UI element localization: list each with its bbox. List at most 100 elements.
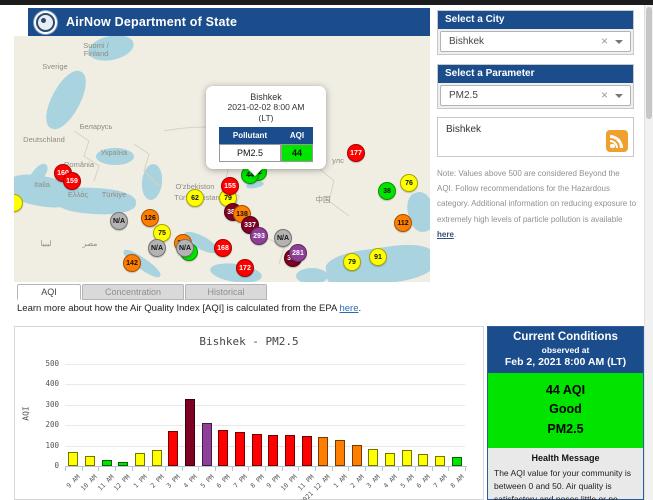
chart-bar xyxy=(252,434,262,466)
scrollbar-thumb[interactable] xyxy=(646,7,652,119)
chevron-down-icon[interactable] xyxy=(615,40,623,48)
chart-x-tick-label: 4 PM xyxy=(182,473,199,490)
aqi-marker[interactable]: 112 xyxy=(394,214,412,232)
aqi-marker[interactable]: N/A xyxy=(274,229,292,247)
city-select[interactable]: Bishkek × xyxy=(440,31,631,52)
current-aqi-parameter: PM2.5 xyxy=(488,420,643,439)
current-conditions-header: Current Conditions observed at Feb 2, 20… xyxy=(488,327,643,373)
aqi-marker[interactable]: 159 xyxy=(63,172,81,190)
health-message-title: Health Message xyxy=(494,453,637,463)
chart-y-tick-label: 0 xyxy=(33,461,59,470)
chevron-down-icon[interactable] xyxy=(615,94,623,102)
chart-x-tick-label: 6 PM xyxy=(215,473,232,490)
chart-x-tick-mark xyxy=(465,467,466,471)
aqi-marker[interactable]: 91 xyxy=(369,248,387,266)
aqi-marker[interactable]: 62 xyxy=(186,189,204,207)
aqi-chart-panel: Bishkek - PM2.5 AQI 01002003004005009 AM… xyxy=(14,326,484,500)
world-aqi-map[interactable]: Suomi /FinlandSverigeБеларусьDeutschland… xyxy=(14,36,430,282)
aqi-marker[interactable]: 281 xyxy=(289,244,307,262)
chart-y-axis-label: AQI xyxy=(22,406,31,420)
aqi-marker[interactable]: 126 xyxy=(141,209,159,227)
aqi-marker[interactable]: 168 xyxy=(214,239,232,257)
chart-x-tick-label: 1 PM xyxy=(132,473,149,490)
popup-aqi-value: 44 xyxy=(281,144,313,162)
aqi-marker[interactable]: 177 xyxy=(347,144,365,162)
chart-bar xyxy=(402,450,412,466)
chart-x-tick-mark xyxy=(248,467,249,471)
aqi-marker[interactable]: 142 xyxy=(123,254,141,272)
chart-x-tick-label: 2 AM xyxy=(349,473,366,490)
aqi-marker[interactable] xyxy=(14,194,23,212)
clear-icon[interactable]: × xyxy=(601,32,608,50)
parameter-select-value: PM2.5 xyxy=(449,86,478,105)
aqi-marker[interactable]: 38 xyxy=(378,182,396,200)
chart-bar xyxy=(235,432,245,466)
epa-text-suffix: . xyxy=(358,303,361,314)
chart-x-axis xyxy=(65,466,467,467)
chart-x-tick-label: 5 PM xyxy=(199,473,216,490)
aqi-marker[interactable]: 79 xyxy=(343,253,361,271)
chart-bar xyxy=(85,456,95,466)
epa-here-link[interactable]: here xyxy=(339,303,358,314)
feed-city-label: Bishkek xyxy=(446,124,481,135)
chart-gridline xyxy=(65,446,465,447)
chart-x-tick-mark xyxy=(348,467,349,471)
chart-x-tick-label: 3 AM xyxy=(365,473,382,490)
city-feed-box: Bishkek xyxy=(437,117,634,157)
popup-aqi-header: AQI xyxy=(281,127,313,144)
chart-y-tick-label: 300 xyxy=(33,400,59,409)
epa-info-line: Learn more about how the Air Quality Ind… xyxy=(17,303,361,314)
popup-city: Bishkek xyxy=(210,92,322,102)
airnow-page: AirNow Department of State Suomi /Fi xyxy=(0,0,653,500)
app-header: AirNow Department of State xyxy=(28,8,430,36)
chart-x-tick-label: 5 AM xyxy=(399,473,416,490)
aqi-marker[interactable]: 293 xyxy=(250,227,268,245)
chart-x-tick-mark xyxy=(148,467,149,471)
health-message-text: The AQI value for your community is betw… xyxy=(494,467,637,500)
aqi-marker[interactable]: 155 xyxy=(221,177,239,195)
current-conditions-panel: Current Conditions observed at Feb 2, 20… xyxy=(487,326,644,500)
tab-aqi[interactable]: AQI xyxy=(17,284,81,300)
chart-x-tick-mark xyxy=(232,467,233,471)
chart-x-tick-label: 1 AM xyxy=(332,473,349,490)
note-text-suffix: . xyxy=(454,230,456,239)
aqi-marker[interactable]: N/A xyxy=(148,239,166,257)
rss-icon[interactable] xyxy=(606,130,628,152)
tab-historical[interactable]: Historical xyxy=(185,284,267,300)
chart-x-tick-mark xyxy=(115,467,116,471)
top-edge-bar xyxy=(0,0,653,5)
aqi-marker[interactable]: N/A xyxy=(110,212,128,230)
chart-x-tick-mark xyxy=(215,467,216,471)
city-panel-title: Select a City xyxy=(438,11,633,29)
chart-bar xyxy=(435,456,445,466)
chart-x-tick-mark xyxy=(415,467,416,471)
chart-bar xyxy=(152,450,162,466)
chart-y-tick-label: 400 xyxy=(33,379,59,388)
chart-x-tick-mark xyxy=(448,467,449,471)
note-text: Note: Values above 500 are considered Be… xyxy=(437,169,636,224)
chart-x-tick-label: 7 PM xyxy=(232,473,249,490)
chart-bar xyxy=(335,440,345,466)
chart-y-tick-label: 200 xyxy=(33,420,59,429)
chart-x-tick-label: 7 AM xyxy=(432,473,449,490)
chart-x-tick-mark xyxy=(182,467,183,471)
observed-at-label: observed at xyxy=(490,345,641,355)
aqi-marker[interactable]: 76 xyxy=(400,174,418,192)
clear-icon[interactable]: × xyxy=(601,86,608,104)
tab-concentration[interactable]: Concentration xyxy=(82,284,184,300)
current-aqi-value: 44 AQI xyxy=(488,381,643,400)
observed-at-datetime: Feb 2, 2021 8:00 AM (LT) xyxy=(490,356,641,368)
beyond-aqi-note: Note: Values above 500 are considered Be… xyxy=(437,166,637,242)
parameter-select[interactable]: PM2.5 × xyxy=(440,85,631,106)
chart-bar xyxy=(102,460,112,466)
chart-x-tick-label: 6 AM xyxy=(415,473,432,490)
current-aqi-category: Good xyxy=(488,400,643,419)
note-here-link[interactable]: here xyxy=(437,230,454,239)
aqi-marker[interactable]: 172 xyxy=(236,259,254,277)
health-message-block: Health Message The AQI value for your co… xyxy=(488,448,643,500)
app-title: AirNow Department of State xyxy=(66,15,237,29)
chart-gridline xyxy=(65,405,465,406)
chart-x-tick-mark xyxy=(398,467,399,471)
aqi-marker[interactable]: N/A xyxy=(176,239,194,257)
scrollbar[interactable] xyxy=(644,5,653,500)
